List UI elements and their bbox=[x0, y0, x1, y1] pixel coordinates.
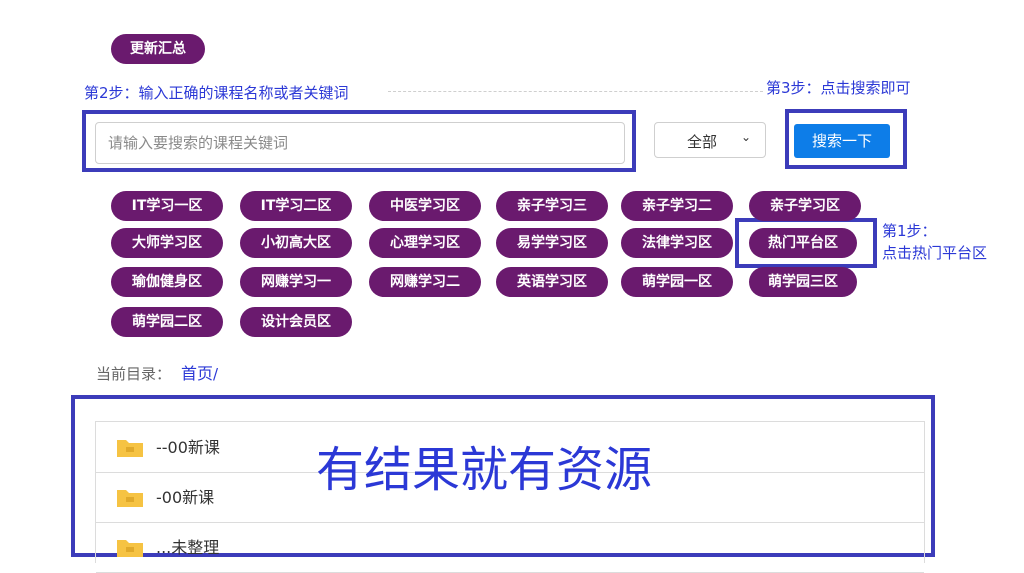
file-name: ...未整理 bbox=[156, 538, 220, 557]
category-design-member[interactable]: 设计会员区 bbox=[240, 307, 352, 337]
result-annotation: 有结果就有资源 bbox=[316, 442, 653, 498]
category-hot-platform[interactable]: 热门平台区 bbox=[749, 228, 857, 258]
category-mengxueyuan-3[interactable]: 萌学园三区 bbox=[749, 267, 857, 297]
file-name: --00新课 bbox=[156, 438, 220, 457]
search-button[interactable]: 搜索一下 bbox=[794, 124, 890, 158]
category-english[interactable]: 英语学习区 bbox=[496, 267, 608, 297]
category-yoga[interactable]: 瑜伽健身区 bbox=[111, 267, 223, 297]
breadcrumb-separator: / bbox=[213, 365, 219, 383]
folder-icon bbox=[117, 440, 143, 457]
folder-icon bbox=[117, 490, 143, 507]
breadcrumb: 当前目录： 首页/ bbox=[96, 360, 218, 384]
category-parenting-2[interactable]: 亲子学习二 bbox=[621, 191, 733, 221]
category-online-earning-2[interactable]: 网赚学习二 bbox=[369, 267, 481, 297]
breadcrumb-home-link[interactable]: 首页 bbox=[181, 364, 213, 383]
step2-annotation: 第2步：输入正确的课程名称或者关键词 bbox=[84, 84, 349, 102]
dashed-divider bbox=[388, 91, 763, 92]
list-item[interactable]: ...未整理 bbox=[96, 522, 924, 573]
category-yixue[interactable]: 易学学习区 bbox=[496, 228, 608, 258]
category-parenting-3[interactable]: 亲子学习三 bbox=[496, 191, 608, 221]
category-master[interactable]: 大师学习区 bbox=[111, 228, 223, 258]
step1-annotation-text: 点击热门平台区 bbox=[882, 244, 988, 262]
category-mengxueyuan-2[interactable]: 萌学园二区 bbox=[111, 307, 223, 337]
breadcrumb-label: 当前目录： bbox=[96, 365, 172, 383]
step3-annotation: 第3步：点击搜索即可 bbox=[766, 79, 911, 97]
category-school[interactable]: 小初高大区 bbox=[240, 228, 352, 258]
category-it-1[interactable]: IT学习一区 bbox=[111, 191, 223, 221]
step1-annotation-title: 第1步： bbox=[882, 222, 937, 240]
category-parenting[interactable]: 亲子学习区 bbox=[749, 191, 861, 221]
category-law[interactable]: 法律学习区 bbox=[621, 228, 733, 258]
category-select-value: 全部 bbox=[687, 133, 718, 151]
search-input[interactable] bbox=[95, 122, 625, 164]
category-select[interactable]: 全部 ⌄ bbox=[654, 122, 766, 158]
update-summary-button[interactable]: 更新汇总 bbox=[111, 34, 205, 64]
category-online-earning-1[interactable]: 网赚学习一 bbox=[240, 267, 352, 297]
folder-icon bbox=[117, 540, 143, 557]
category-mengxueyuan-1[interactable]: 萌学园一区 bbox=[621, 267, 733, 297]
chevron-down-icon: ⌄ bbox=[740, 130, 751, 144]
category-psychology[interactable]: 心理学习区 bbox=[369, 228, 481, 258]
category-it-2[interactable]: IT学习二区 bbox=[240, 191, 352, 221]
file-name: -00新课 bbox=[156, 488, 215, 507]
category-tcm[interactable]: 中医学习区 bbox=[369, 191, 481, 221]
